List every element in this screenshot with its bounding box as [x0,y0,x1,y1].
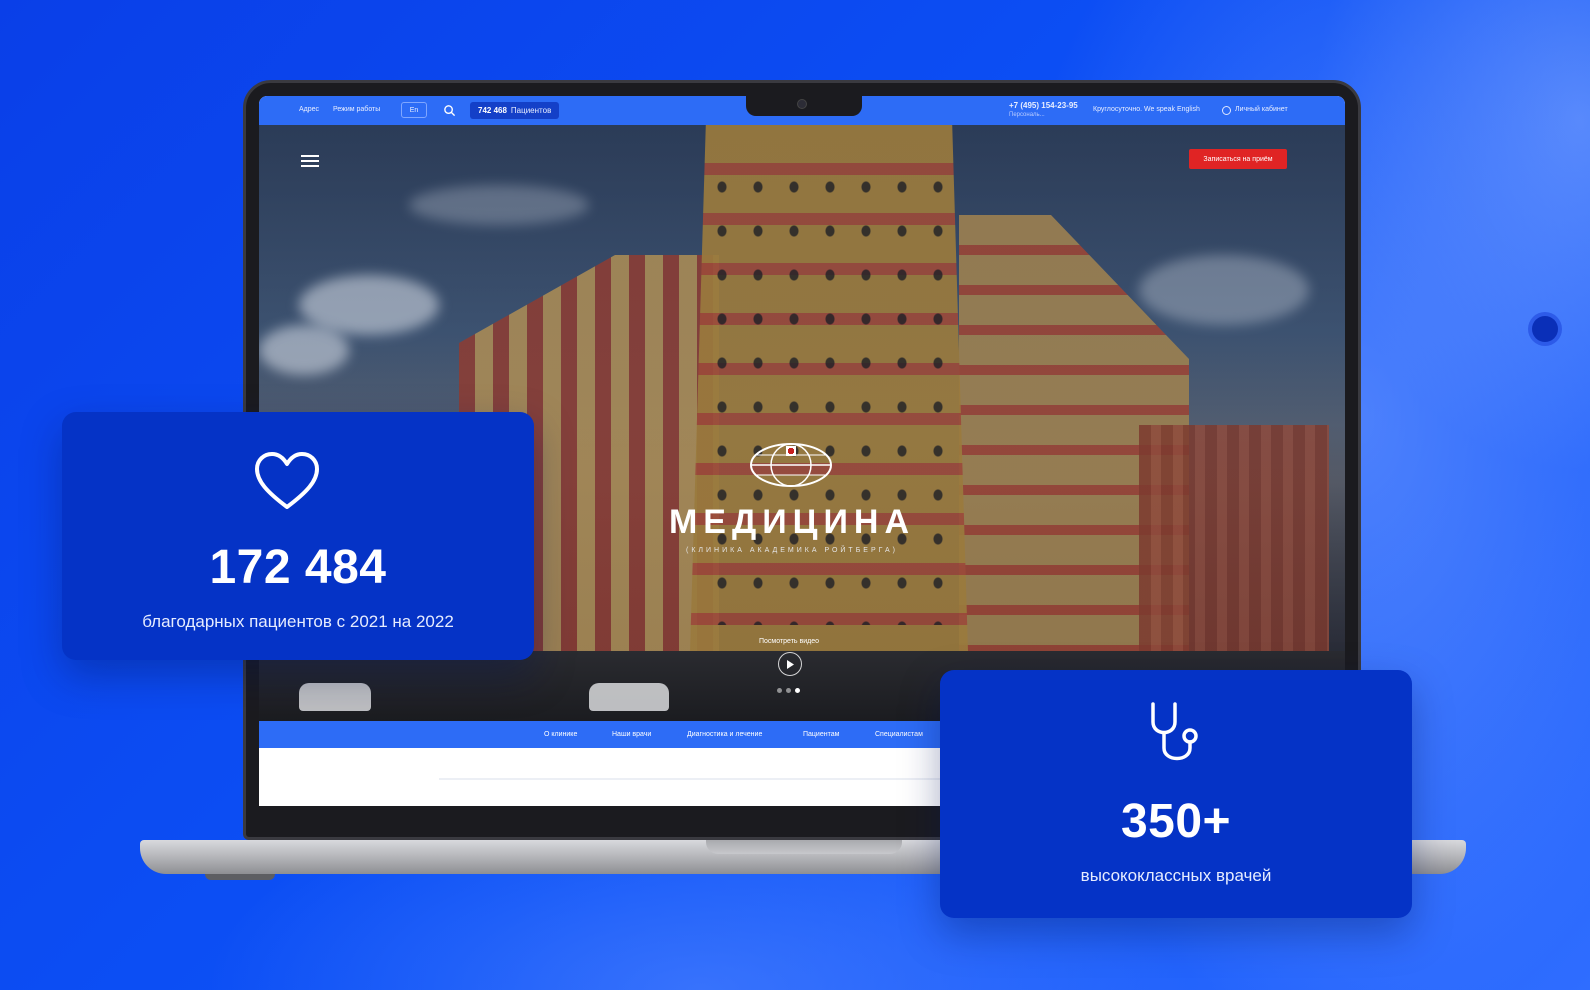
patients-stat-card: 172 484 благодарных пациентов с 2021 на … [62,412,534,660]
nav-item-doctors[interactable]: Наши врачи [612,731,651,738]
cloud [1139,255,1309,325]
address-link[interactable]: Адрес [299,106,319,113]
doctors-caption: высококлассных врачей [1080,866,1272,885]
laptop-foot [205,874,275,880]
slider-dot-active[interactable] [795,688,800,693]
stethoscope-icon [1151,702,1198,761]
slider-dot[interactable] [777,688,782,693]
phone-note: Персональ... [1009,112,1045,118]
patients-counter-value: 742 468 [478,106,507,115]
patients-counter-badge: 742 468 Пациентов [470,102,560,119]
phone-link[interactable]: +7 (495) 154-23-95 [1009,101,1078,110]
watch-video-label[interactable]: Посмотреть видео [739,638,839,645]
doctors-value: 350+ [1120,795,1232,848]
car [589,683,669,711]
hero-subtitle: (КЛИНИКА АКАДЕМИКА РОЙТБЕРГА) [686,547,898,554]
globe-logo-icon [750,443,832,487]
heart-icon [255,452,319,509]
hamburger-menu-icon[interactable] [301,155,319,168]
nav-item-specialists[interactable]: Специалистам [875,731,923,738]
user-icon[interactable] [1222,106,1231,115]
cloud [259,325,349,375]
nav-item-diagnostics[interactable]: Диагностика и лечение [687,731,762,738]
languages-note: Круглосуточно. We speak English [1093,106,1200,113]
nav-item-patients[interactable]: Пациентам [803,731,839,738]
doctors-stat-card: 350+ высококлассных врачей [940,670,1412,918]
play-icon [787,659,794,669]
play-button[interactable] [778,652,802,676]
search-icon[interactable] [443,104,456,117]
patients-caption: благодарных пациентов с 2021 на 2022 [142,612,454,631]
car [299,683,371,711]
patients-value: 172 484 [209,541,387,594]
nav-item-about[interactable]: О клинике [544,731,577,738]
language-switch[interactable]: En [401,102,427,118]
building-windows [704,165,954,625]
slider-dot[interactable] [786,688,791,693]
slider-dots [777,688,800,693]
laptop-base-notch [706,840,902,854]
patients-counter-label: Пациентов [510,106,552,115]
hero-title: МЕДИЦИНА [668,503,916,541]
cloud [409,185,589,225]
camera-icon [797,99,807,109]
cabinet-link[interactable]: Личный кабинет [1235,106,1288,113]
decorative-shirt-button [1532,316,1558,342]
book-appointment-button[interactable]: Записаться на приём [1189,149,1287,169]
hours-link[interactable]: Режим работы [333,106,380,113]
